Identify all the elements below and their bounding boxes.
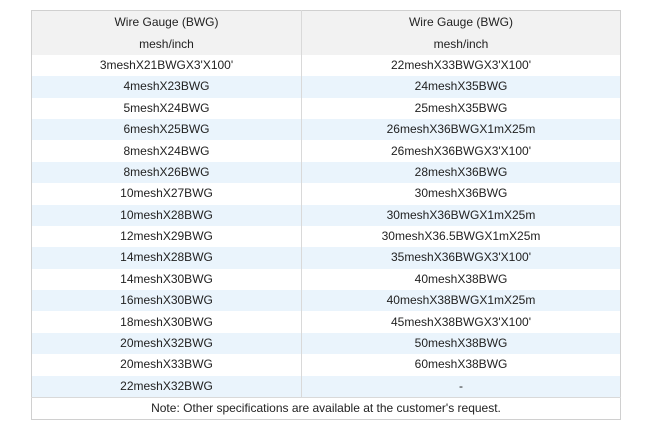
table-cell: 3meshX21BWGX3'X100' [31,54,302,77]
table-cell: 18meshX30BWG [31,311,302,333]
table-row: 3meshX21BWGX3'X100' 22meshX33BWGX3'X100' [31,54,621,77]
table-row: 18meshX30BWG 45meshX38BWGX3'X100' [31,311,621,333]
table-row: 14meshX28BWG 35meshX36BWGX3'X100' [31,247,621,269]
table-cell: 14meshX30BWG [31,268,302,291]
table-cell: 14meshX28BWG [31,247,302,269]
table-cell: 40meshX38BWGX1mX25m [301,290,621,312]
table-cell: 4meshX23BWG [31,76,302,98]
table-cell: 8meshX24BWG [31,140,302,162]
spec-table-body: Wire Gauge (BWG) Wire Gauge (BWG) mesh/i… [31,10,621,420]
table-cell: 25meshX35BWG [301,97,621,119]
table-row: 8meshX26BWG 28meshX36BWG [31,161,621,184]
table-note: Note: Other specifications are available… [31,397,621,420]
header-cell-left-unit: mesh/inch [31,33,302,55]
table-cell: 20meshX32BWG [31,332,302,355]
table-cell: 8meshX26BWG [31,161,302,184]
table-note-row: Note: Other specifications are available… [31,397,621,420]
table-row: 14meshX30BWG 40meshX38BWG [31,268,621,291]
table-cell: 60meshX38BWG [301,354,621,376]
table-cell: 20meshX33BWG [31,354,302,376]
table-cell: 40meshX38BWG [301,268,621,291]
table-row: 22meshX32BWG - [31,375,621,398]
table-cell: 5meshX24BWG [31,97,302,119]
table-row: 20meshX32BWG 50meshX38BWG [31,332,621,355]
table-cell: 6meshX25BWG [31,118,302,141]
table-row: 5meshX24BWG 25meshX35BWG [31,97,621,119]
table-row: 10meshX28BWG 30meshX36BWGX1mX25m [31,204,621,226]
table-cell: 16meshX30BWG [31,290,302,312]
table-cell: - [301,375,621,398]
table-cell: 22meshX32BWG [31,375,302,398]
table-cell: 30meshX36BWGX1mX25m [301,204,621,226]
table-header-row: Wire Gauge (BWG) Wire Gauge (BWG) [31,10,621,34]
table-row: 4meshX23BWG 24meshX35BWG [31,76,621,98]
table-cell: 30meshX36.5BWGX1mX25m [301,225,621,248]
table-cell: 22meshX33BWGX3'X100' [301,54,621,77]
table-header-row: mesh/inch mesh/inch [31,33,621,55]
table-row: 20meshX33BWG 60meshX38BWG [31,354,621,376]
table-cell: 10meshX28BWG [31,204,302,226]
table-row: 10meshX27BWG 30meshX36BWG [31,183,621,205]
table-cell: 24meshX35BWG [301,76,621,98]
table-cell: 30meshX36BWG [301,183,621,205]
table-row: 8meshX24BWG 26meshX36BWGX3'X100' [31,140,621,162]
table-cell: 26meshX36BWGX1mX25m [301,118,621,141]
table-cell: 10meshX27BWG [31,183,302,205]
table-cell: 45meshX38BWGX3'X100' [301,311,621,333]
table-row: 16meshX30BWG 40meshX38BWGX1mX25m [31,290,621,312]
table-cell: 28meshX36BWG [301,161,621,184]
table-row: 12meshX29BWG 30meshX36.5BWGX1mX25m [31,225,621,248]
header-cell-right-gauge: Wire Gauge (BWG) [301,10,621,34]
table-cell: 35meshX36BWGX3'X100' [301,247,621,269]
table-row: 6meshX25BWG 26meshX36BWGX1mX25m [31,118,621,141]
spec-table-container: Wire Gauge (BWG) Wire Gauge (BWG) mesh/i… [31,10,621,421]
header-cell-right-unit: mesh/inch [301,33,621,55]
wire-gauge-spec-table: Wire Gauge (BWG) Wire Gauge (BWG) mesh/i… [31,10,621,421]
table-cell: 12meshX29BWG [31,225,302,248]
table-cell: 50meshX38BWG [301,332,621,355]
table-cell: 26meshX36BWGX3'X100' [301,140,621,162]
header-cell-left-gauge: Wire Gauge (BWG) [31,10,302,34]
